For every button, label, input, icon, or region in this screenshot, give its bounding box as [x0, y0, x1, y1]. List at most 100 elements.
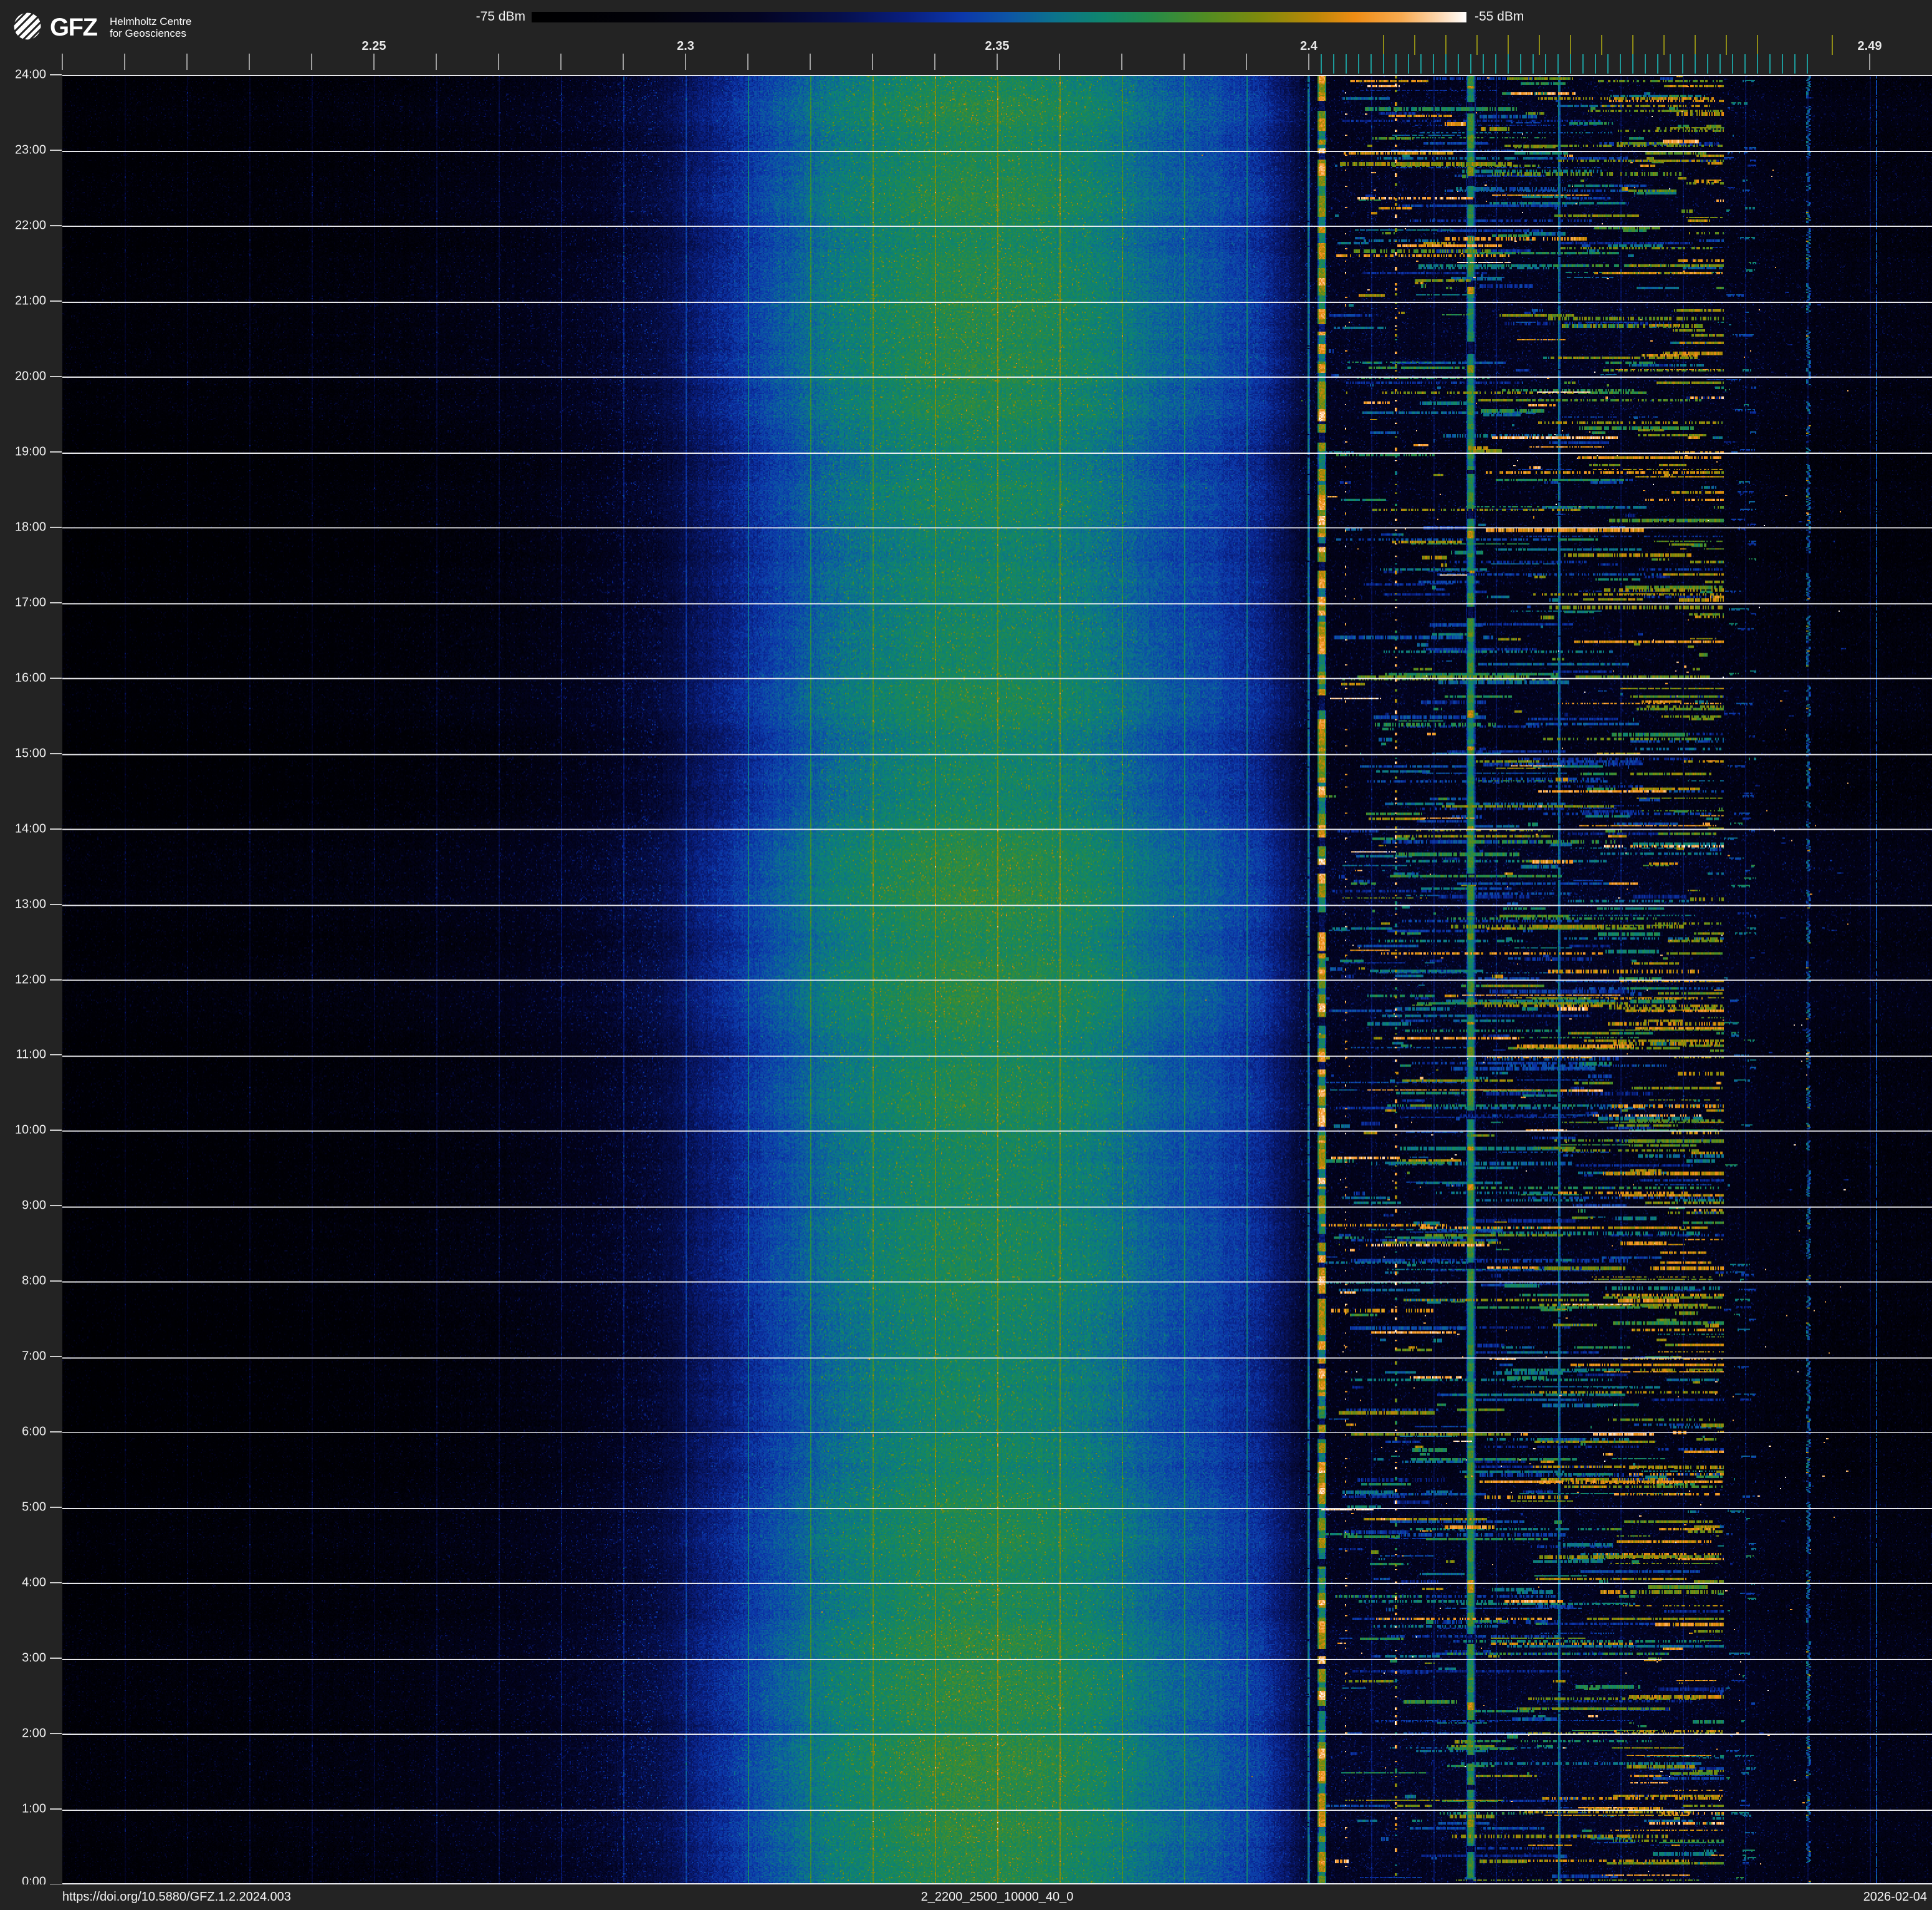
freq-minor-tick: [124, 54, 125, 70]
freq-minor-tick: [685, 54, 686, 70]
time-axis-tick: [50, 1808, 62, 1810]
ble-channel-tick: [1395, 54, 1397, 74]
ble-channel-tick: [1769, 54, 1771, 74]
time-axis-tick: [50, 602, 62, 603]
time-axis-tick: [50, 451, 62, 453]
ble-channel-tick: [1333, 54, 1334, 74]
wifi-channel-tick: [1414, 35, 1415, 55]
freq-minor-tick: [498, 54, 499, 70]
freq-minor-tick: [560, 54, 562, 70]
ble-channel-tick: [1346, 54, 1347, 74]
freq-minor-tick: [373, 54, 375, 70]
ble-channel-tick: [1582, 54, 1584, 74]
time-axis-tick: [50, 1733, 62, 1735]
time-axis-label: 20:00: [14, 369, 46, 383]
ble-channel-tick: [1520, 54, 1521, 74]
org-line2: for Geosciences: [110, 27, 186, 39]
time-axis-tick: [50, 526, 62, 528]
time-axis-label: 22:00: [14, 218, 46, 233]
ble-channel-tick: [1445, 54, 1447, 74]
time-axis-label: 5:00: [22, 1500, 46, 1514]
time-axis-tick: [50, 224, 62, 226]
ble-channel-tick: [1433, 54, 1434, 74]
wifi-channel-tick: [1757, 35, 1758, 55]
time-axis-label: 1:00: [22, 1802, 46, 1816]
time-axis-label: 6:00: [22, 1424, 46, 1439]
time-axis-label: 23:00: [14, 143, 46, 157]
ble-channel-tick: [1732, 54, 1733, 74]
freq-minor-tick: [1059, 54, 1060, 70]
time-axis-tick: [50, 979, 62, 981]
time-axis-label: 8:00: [22, 1274, 46, 1288]
time-axis-label: 17:00: [14, 595, 46, 610]
time-axis-tick: [50, 74, 62, 75]
gfz-wordmark: GFZ: [50, 14, 98, 41]
time-axis-label: 3:00: [22, 1651, 46, 1665]
footer-date: 2026-02-04: [1863, 1890, 1927, 1904]
freq-minor-tick: [623, 54, 624, 70]
time-axis-label: 12:00: [14, 972, 46, 986]
ble-channel-tick: [1607, 54, 1609, 74]
ble-channel-tick: [1682, 54, 1683, 74]
time-axis-tick: [50, 1280, 62, 1282]
freq-minor-tick: [186, 54, 188, 70]
time-axis-label: 10:00: [14, 1123, 46, 1137]
time-axis-label: 4:00: [22, 1575, 46, 1590]
ble-channel-tick: [1508, 54, 1509, 74]
time-axis-tick: [50, 1658, 62, 1659]
wifi-channel-tick: [1663, 35, 1665, 55]
time-axis-tick: [50, 1356, 62, 1358]
wifi-channel-tick: [1508, 35, 1509, 55]
ble-channel-tick: [1595, 54, 1596, 74]
time-axis-tick: [50, 752, 62, 754]
ble-channel-tick: [1707, 54, 1708, 74]
time-axis-tick: [50, 149, 62, 151]
ble-channel-tick: [1533, 54, 1534, 74]
time-axis-tick: [50, 828, 62, 830]
ble-channel-tick: [1483, 54, 1484, 74]
org-line1: Helmholtz Centre: [110, 16, 192, 27]
freq-minor-tick: [997, 54, 998, 70]
time-axis-tick: [50, 1054, 62, 1056]
time-axis-label: 9:00: [22, 1198, 46, 1212]
time-axis-tick: [50, 903, 62, 905]
ble-channel-tick: [1570, 54, 1571, 74]
freq-minor-tick: [1246, 54, 1247, 70]
ble-channel-tick: [1807, 54, 1808, 74]
time-axis-tick: [50, 1205, 62, 1207]
wifi-channel-tick: [1601, 35, 1602, 55]
colorbar-gradient: [532, 12, 1466, 22]
time-axis-label: 21:00: [14, 294, 46, 308]
wifi-channel-tick: [1539, 35, 1540, 55]
wifi-channel-tick: [1695, 35, 1696, 55]
time-axis-label: 2:00: [22, 1726, 46, 1740]
wifi-channel-tick: [1383, 35, 1384, 55]
spectrogram-report: GFZ Helmholtz Centre for Geosciences -75…: [0, 0, 1932, 1910]
time-axis-label: 16:00: [14, 671, 46, 685]
colorbar-min-label: -75 dBm: [476, 9, 525, 24]
ble-channel-tick: [1645, 54, 1646, 74]
ble-channel-tick: [1782, 54, 1783, 74]
time-axis-tick: [50, 300, 62, 302]
ble-channel-tick: [1632, 54, 1633, 74]
freq-minor-tick: [436, 54, 437, 70]
freq-minor-tick: [1308, 54, 1309, 70]
time-axis-tick: [50, 1582, 62, 1584]
ble-channel-tick: [1420, 54, 1422, 74]
freq-minor-tick: [872, 54, 873, 70]
time-axis-label: 13:00: [14, 897, 46, 911]
wifi-channel-tick: [1632, 35, 1633, 55]
ble-channel-tick: [1744, 54, 1746, 74]
freq-minor-tick: [1869, 54, 1870, 70]
ble-channel-tick: [1620, 54, 1621, 74]
freq-axis-label: 2.35: [985, 39, 1010, 53]
time-axis-label: 15:00: [14, 746, 46, 761]
wifi-channel-tick: [1726, 35, 1727, 55]
colorbar-max-label: -55 dBm: [1475, 9, 1524, 24]
wifi-channel-tick: [1445, 35, 1447, 55]
freq-minor-tick: [1121, 54, 1122, 70]
gfz-org-name: Helmholtz Centre for Geosciences: [110, 16, 191, 39]
ble-channel-tick: [1719, 54, 1721, 74]
ble-channel-tick: [1657, 54, 1658, 74]
wifi-channel-tick: [1832, 35, 1833, 55]
